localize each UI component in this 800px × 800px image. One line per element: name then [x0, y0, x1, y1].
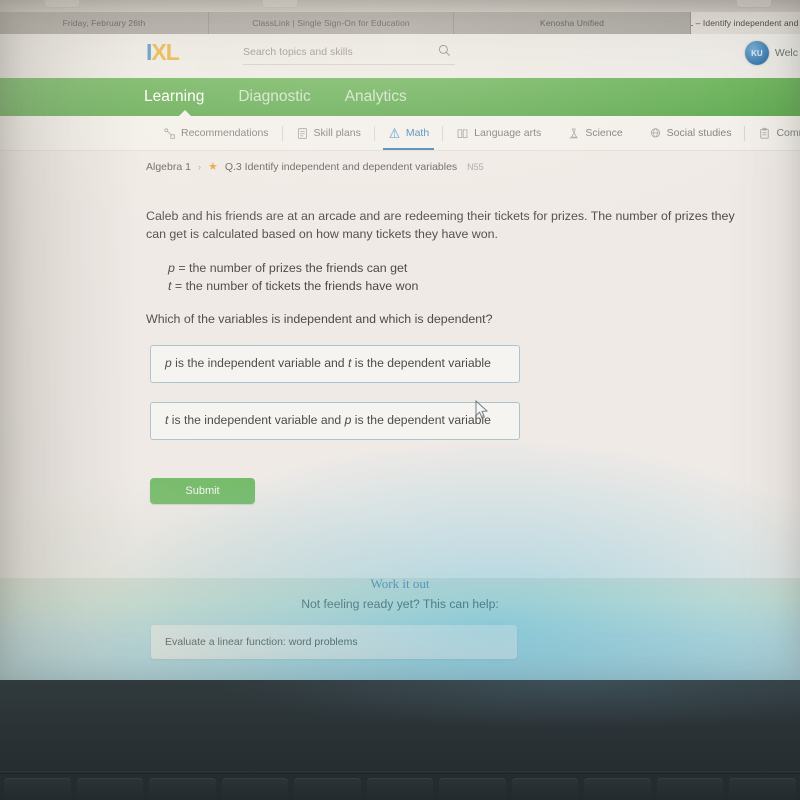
- help-skill-card[interactable]: Evaluate a linear function: word problem…: [151, 625, 517, 659]
- browser-tab-3[interactable]: Kenosha Unified: [454, 12, 691, 34]
- subject-nav-item-science[interactable]: Science: [554, 116, 635, 150]
- choice-2-tail: is the dependent variable: [351, 413, 491, 427]
- search-icon[interactable]: [438, 44, 451, 57]
- search-input[interactable]: Search topics and skills: [243, 46, 353, 58]
- work-it-out-subtitle: Not feeling ready yet? This can help:: [301, 597, 499, 611]
- subject-nav-label: Skill plans: [313, 127, 361, 139]
- keyboard-key: [366, 778, 434, 800]
- variable-meaning-p: = the number of prizes the friends can g…: [174, 261, 408, 275]
- variable-definition-t: t = the number of tickets the friends ha…: [168, 278, 418, 296]
- keyboard-key-row: [0, 774, 800, 800]
- browser-tab-2[interactable]: ClassLink | Single Sign-On for Education: [209, 12, 454, 34]
- keyboard-key: [221, 778, 289, 800]
- microscope-icon: [569, 128, 578, 138]
- browser-tab-1[interactable]: Friday, February 26th: [0, 12, 209, 34]
- keyboard-key: [4, 778, 71, 800]
- subject-nav-item-common[interactable]: Common: [745, 116, 800, 150]
- browser-tab-4-active[interactable]: IXL – Identify independent and de: [691, 12, 800, 34]
- keyboard-key: [149, 778, 216, 800]
- welcome-text: Welc: [774, 47, 798, 59]
- skill-plans-icon: [297, 127, 307, 139]
- breadcrumb-separator-icon: ›: [197, 162, 201, 172]
- primary-nav: Learning Diagnostic Analytics: [0, 78, 800, 117]
- globe-icon: [650, 127, 660, 137]
- subject-nav-label: Science: [585, 127, 623, 139]
- laptop-body-sheen: [0, 680, 800, 740]
- subject-nav-item-language-arts[interactable]: Language arts: [443, 116, 554, 150]
- laptop-screen: Friday, February 26th ClassLink | Single…: [0, 0, 800, 680]
- keyboard-key: [76, 778, 144, 800]
- primary-nav-item-learning[interactable]: Learning: [144, 88, 204, 106]
- ixl-logo-xl: XL: [151, 39, 179, 65]
- subject-nav-item-skill-plans[interactable]: Skill plans: [283, 116, 374, 150]
- subject-nav: Recommendations Skill plans Math Languag…: [0, 116, 800, 151]
- book-icon: [457, 128, 468, 138]
- subject-nav-label: Math: [405, 127, 430, 139]
- subject-nav-label: Language arts: [474, 127, 542, 139]
- work-it-out-title: Work it out: [370, 576, 430, 591]
- breadcrumb-skill-title: Q.3 Identify independent and dependent v…: [224, 161, 458, 173]
- keyboard-key: [439, 778, 506, 800]
- choice-2-mid: is the independent variable and: [168, 413, 345, 427]
- submit-button[interactable]: Submit: [150, 478, 255, 504]
- subject-nav-label: Social studies: [666, 127, 732, 139]
- chrome-ghost-control-left: [44, 0, 80, 8]
- ixl-logo[interactable]: IXL: [146, 39, 180, 65]
- keyboard-key: [511, 778, 579, 800]
- keyboard-key: [729, 778, 797, 800]
- browser-tab-strip: Friday, February 26th ClassLink | Single…: [0, 12, 800, 34]
- primary-nav-item-analytics[interactable]: Analytics: [345, 88, 407, 106]
- subject-nav-label: Recommendations: [181, 127, 269, 139]
- breadcrumb-skill-code: N55: [467, 162, 484, 172]
- breadcrumb: Algebra 1 › ★ Q.3 Identify independent a…: [146, 158, 484, 176]
- variable-meaning-t: = the number of tickets the friends have…: [171, 278, 419, 293]
- primary-nav-item-diagnostic[interactable]: Diagnostic: [238, 88, 310, 106]
- favorite-star-icon[interactable]: ★: [208, 161, 218, 173]
- subject-nav-item-social-studies[interactable]: Social studies: [636, 116, 745, 150]
- answer-choice-1[interactable]: p is the independent variable and t is t…: [150, 345, 520, 384]
- clipboard-icon: [760, 127, 770, 139]
- question-prompt: Which of the variables is independent an…: [146, 312, 493, 326]
- question-body: Caleb and his friends are at an arcade a…: [146, 209, 735, 241]
- choice-1-symbol-1: p: [165, 356, 172, 370]
- choice-1-mid: is the independent variable and: [171, 356, 348, 370]
- subject-nav-label: Common: [776, 127, 800, 139]
- subject-nav-item-math[interactable]: Math: [375, 116, 442, 150]
- welcome-area[interactable]: KU Welc: [744, 41, 798, 65]
- keyboard-key: [584, 778, 651, 800]
- laptop-photo: Friday, February 26th ClassLink | Single…: [0, 0, 800, 800]
- recommendations-icon: [164, 127, 175, 139]
- subject-nav-item-recommendations[interactable]: Recommendations: [150, 116, 282, 150]
- breadcrumb-course[interactable]: Algebra 1: [146, 161, 191, 173]
- choice-1-tail: is the dependent variable: [351, 356, 491, 370]
- laptop-body: [0, 680, 800, 800]
- math-icon: [389, 127, 400, 138]
- browser-chrome-strip: [0, 0, 800, 12]
- avatar[interactable]: KU: [744, 41, 769, 65]
- variable-symbol-p: p: [168, 261, 175, 275]
- answer-choice-2[interactable]: t is the independent variable and p is t…: [150, 402, 520, 441]
- search-box[interactable]: Search topics and skills: [243, 40, 455, 65]
- keyboard-key: [656, 778, 724, 800]
- variable-definitions: p = the number of prizes the friends can…: [168, 260, 418, 296]
- chrome-ghost-control-right: [736, 0, 772, 8]
- keyboard-key: [294, 778, 361, 800]
- chrome-ghost-control-mid: [262, 0, 298, 8]
- variable-definition-p: p = the number of prizes the friends can…: [168, 260, 418, 278]
